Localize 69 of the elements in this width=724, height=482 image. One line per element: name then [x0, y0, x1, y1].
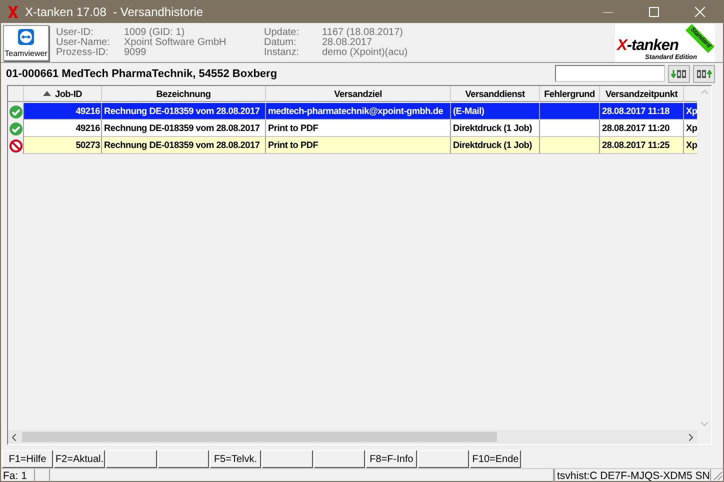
function-key-button[interactable]: F2=Aktual. — [54, 450, 105, 468]
column-header[interactable]: Job-ID — [24, 86, 102, 102]
table-row[interactable]: 49216 Rechnung DE-018359 vom 28.08.2017 Print to PDF Direktdruck (1 Job) 28.08.2017 11:20 Xp — [8, 120, 697, 137]
app-logo-icon — [7, 5, 19, 19]
blank-function-button[interactable] — [106, 450, 157, 468]
table-cell: 28.08.2017 11:18 — [600, 103, 684, 120]
column-header[interactable]: Versanddienst — [451, 86, 540, 102]
info-label: Instanz: — [264, 48, 300, 58]
function-key-button[interactable]: F8=F-Info — [366, 450, 417, 468]
blank-function-button[interactable] — [158, 450, 209, 468]
table-cell: medtech-pharmatechnik@xpoint-gmbh.de — [266, 103, 451, 120]
info-value: 1009 (GID: 1) — [124, 28, 185, 38]
binoculars-down-icon — [671, 68, 687, 78]
table-cell: Xp — [684, 120, 697, 137]
scroll-right-icon — [689, 434, 693, 440]
resize-grip-icon[interactable] — [711, 469, 723, 481]
table-cell: 28.08.2017 11:20 — [600, 120, 684, 137]
blank-function-button[interactable] — [262, 450, 313, 468]
table-row[interactable]: 49216 Rechnung DE-018359 vom 28.08.2017 medtech-pharmatechnik@xpoint-gmbh.de (E-Mail) 28.08.2017 11:18 Xp — [8, 103, 697, 120]
function-key-button[interactable]: F1=Hilfe — [2, 450, 53, 468]
maximize-icon — [649, 7, 659, 17]
status-text: tsvhist:C DE7F-MJQS-XDM5 SN — [554, 469, 711, 482]
scrollbar-thumb[interactable] — [22, 432, 497, 442]
status-text: Fa: 1 — [1, 469, 35, 482]
function-key-button[interactable]: F5=Telvk. — [210, 450, 261, 468]
teamviewer-button[interactable]: Teamviewer — [3, 25, 49, 61]
search-field[interactable] — [555, 65, 665, 82]
table-cell: Rechnung DE-018359 vom 28.08.2017 — [102, 103, 266, 120]
table-cell: Direktdruck (1 Job) — [451, 137, 540, 154]
table-cell: 49216 — [24, 120, 102, 137]
blank-function-button[interactable] — [314, 450, 365, 468]
info-label: Datum: — [264, 38, 296, 48]
column-header[interactable]: Versandzeitpunkt — [600, 86, 684, 102]
binoculars-up-icon — [696, 68, 712, 78]
table-cell: 28.08.2017 11:25 — [600, 137, 684, 154]
table-cell: Rechnung DE-018359 vom 28.08.2017 — [102, 137, 266, 154]
column-header[interactable]: Fehlergrund — [540, 86, 600, 102]
teamviewer-icon — [17, 28, 35, 46]
window-title: X-tanken 17.08 - Versandhistorie — [25, 5, 204, 19]
info-value: 9099 — [124, 48, 146, 58]
info-value: 1167 (18.08.2017) — [322, 28, 404, 38]
column-header[interactable]: Bezeichnung — [102, 86, 266, 102]
table-cell: Xp — [684, 103, 697, 120]
info-label: Update: — [264, 28, 300, 38]
table-cell: Rechnung DE-018359 vom 28.08.2017 — [102, 120, 266, 137]
scroll-up-icon — [700, 90, 708, 94]
scroll-left-icon — [12, 434, 16, 440]
table-cell: Xp — [684, 137, 697, 154]
info-value: demo (Xpoint)(acu) — [322, 48, 409, 58]
column-header[interactable]: Versandziel — [266, 86, 451, 102]
info-label: User-Name: — [56, 38, 111, 48]
blank-function-button[interactable] — [418, 450, 469, 468]
table-cell: 49216 — [24, 103, 102, 120]
table-cell: (E-Mail) — [451, 103, 540, 120]
table-row[interactable]: 50273 Rechnung DE-018359 vom 28.08.2017 Print to PDF Direktdruck (1 Job) 28.08.2017 11:25 Xp — [8, 137, 697, 154]
close-icon — [695, 7, 705, 17]
function-key-button[interactable]: F10=Ende — [470, 450, 521, 468]
table-cell: 50273 — [24, 137, 102, 154]
table-cell: Print to PDF — [266, 120, 451, 137]
scroll-down-icon — [700, 422, 708, 426]
info-label: User-ID: — [56, 28, 94, 38]
customer-label: 01-000661 MedTech PharmaTechnik, 54552 Boxberg — [6, 68, 278, 80]
table-cell: Print to PDF — [266, 137, 451, 154]
search-down-button[interactable] — [668, 64, 690, 82]
table-cell: Direktdruck (1 Job) — [451, 120, 540, 137]
search-up-button[interactable] — [693, 64, 715, 82]
info-value: Xpoint Software GmbH — [124, 38, 228, 48]
info-value: 28.08.2017 — [322, 38, 372, 48]
info-label: Prozess-ID: — [56, 48, 110, 58]
